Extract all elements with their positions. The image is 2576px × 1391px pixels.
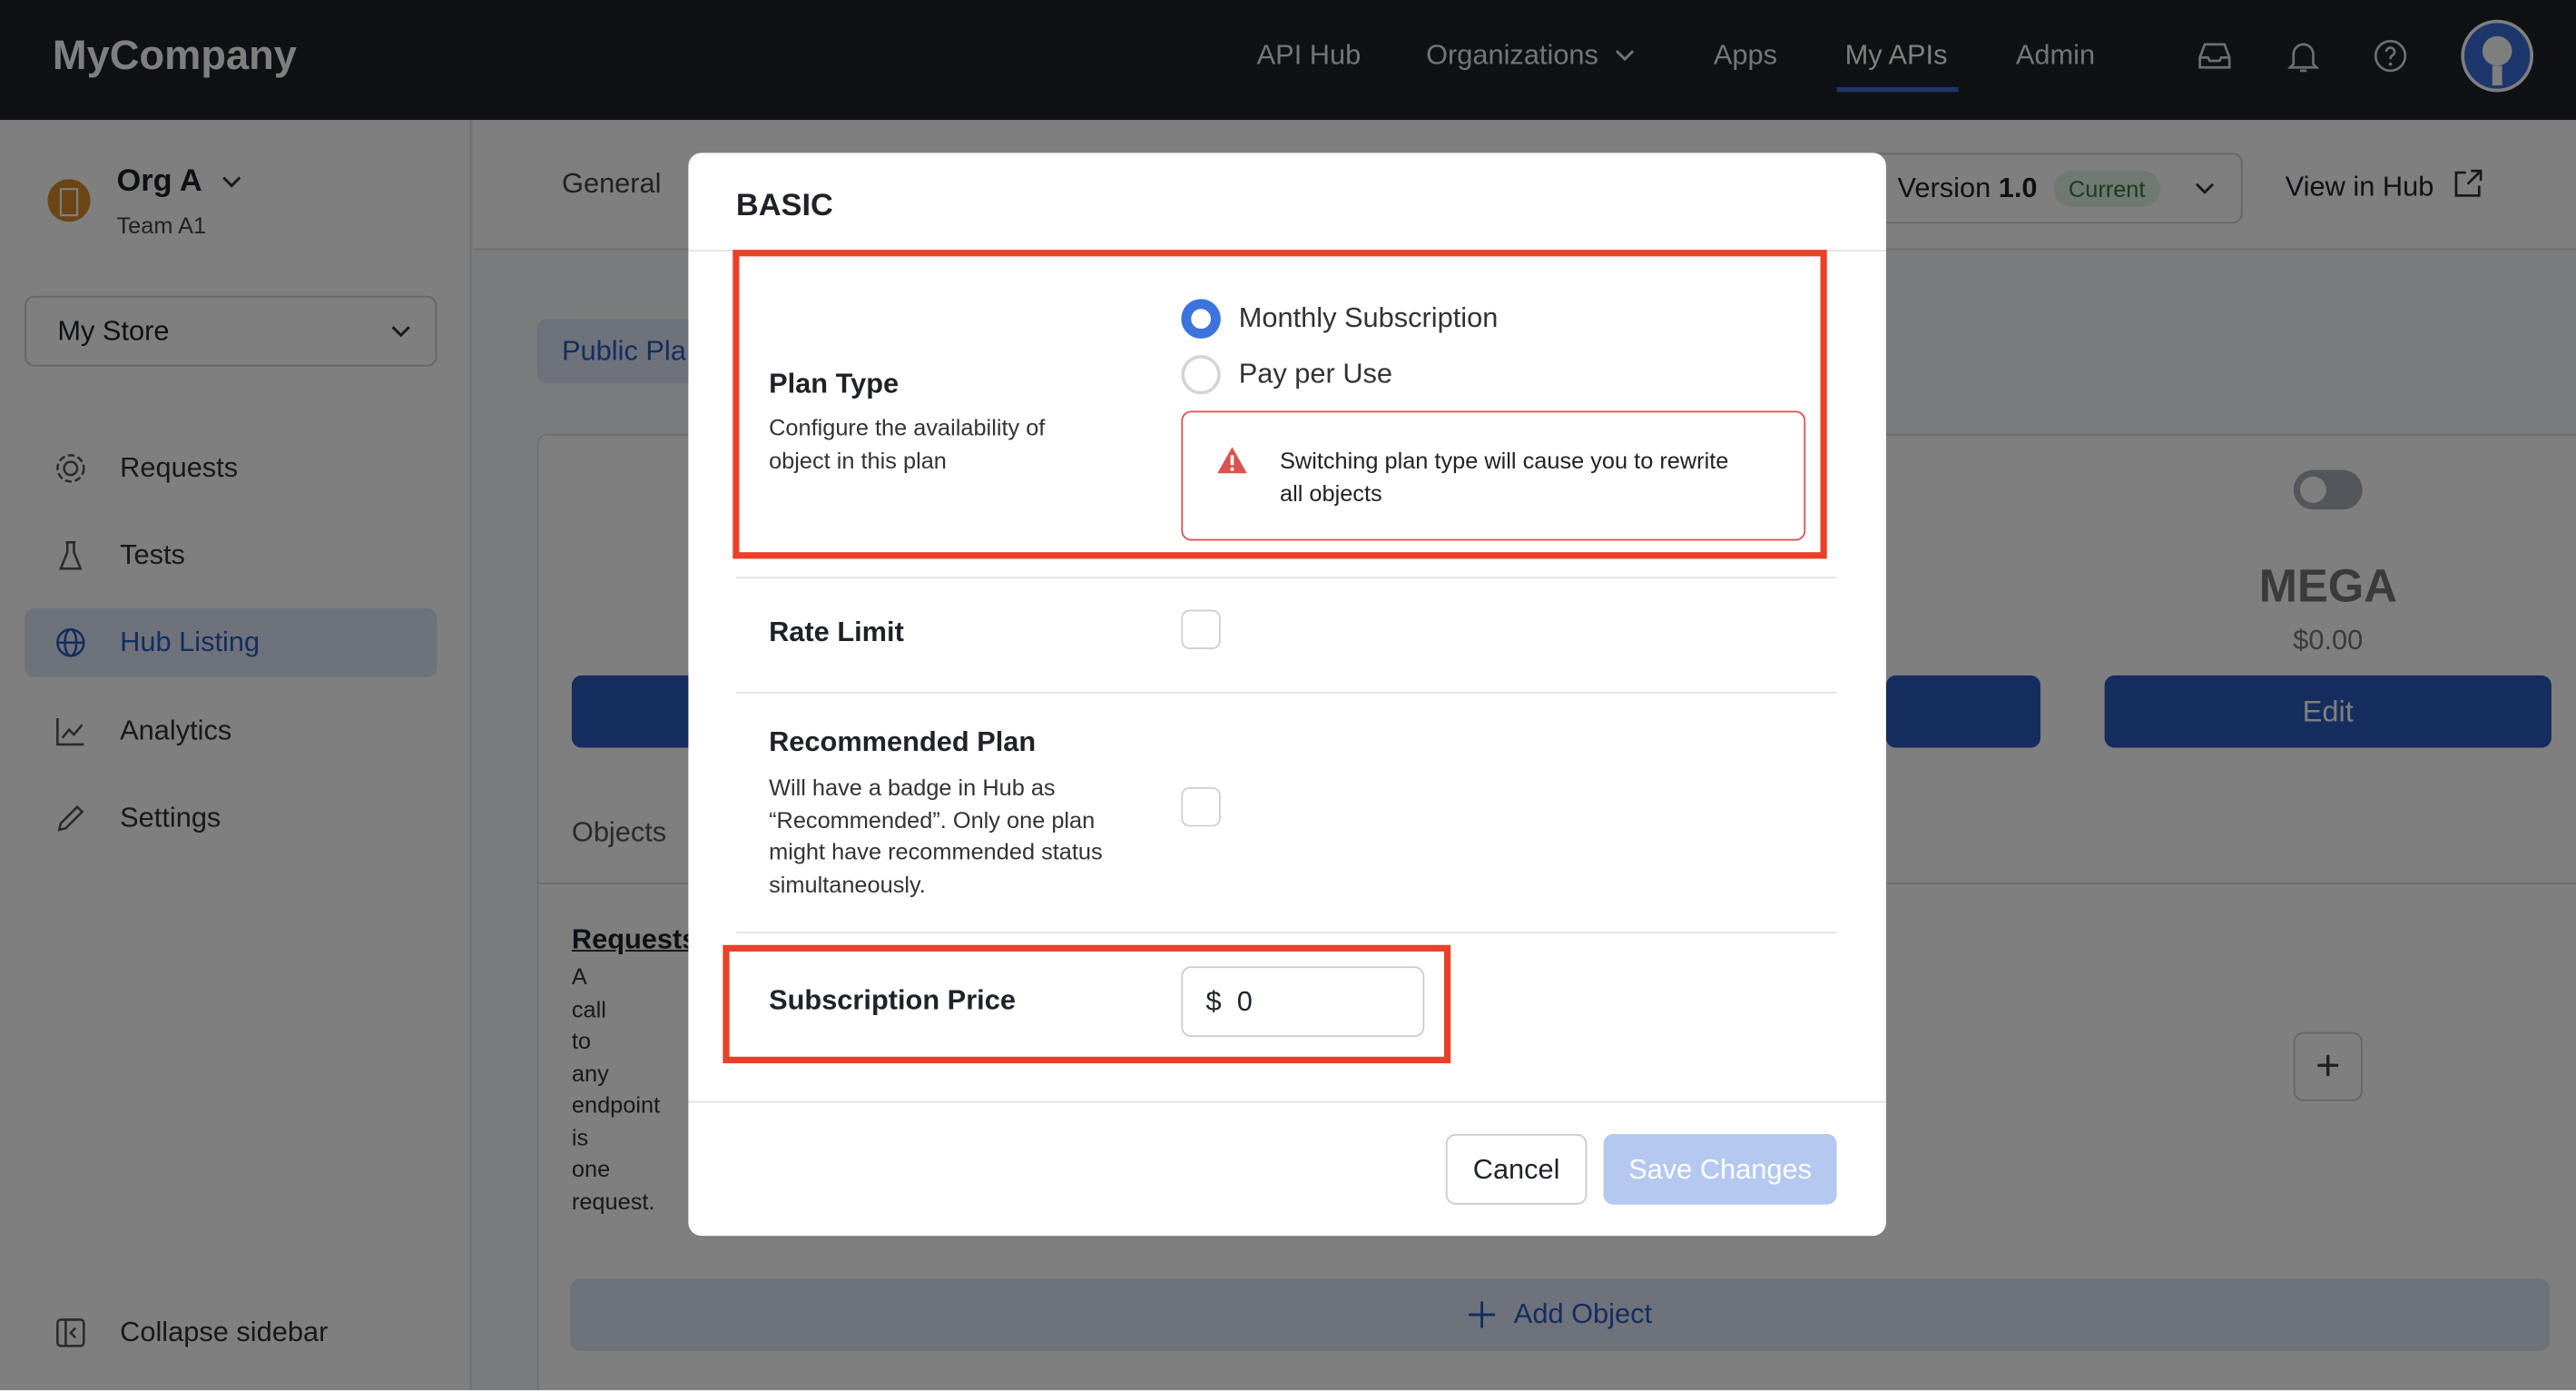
- plan-type-description: Configure the availability of object in …: [769, 414, 1046, 473]
- warning-icon: [1217, 447, 1247, 474]
- radio-monthly-subscription[interactable]: Monthly Subscription: [1181, 299, 1499, 339]
- recommended-plan-description: Will have a badge in Hub as “Recommended…: [769, 774, 1103, 897]
- recommended-plan-checkbox[interactable]: [1181, 786, 1221, 827]
- radio-label: Monthly Subscription: [1238, 302, 1499, 334]
- edit-plan-modal: BASIC Plan Type Configure the availabili…: [688, 153, 1886, 1237]
- radio-pay-per-use[interactable]: Pay per Use: [1181, 354, 1393, 395]
- divider: [735, 577, 1837, 579]
- warning-alert: Switching plan type will cause you to re…: [1181, 410, 1806, 541]
- plan-type-label: Plan Type: [769, 368, 900, 400]
- currency-symbol: $: [1205, 986, 1222, 1018]
- divider: [735, 692, 1837, 694]
- radio-label: Pay per Use: [1238, 358, 1393, 390]
- modal-title: BASIC: [735, 189, 833, 224]
- divider: [735, 932, 1837, 934]
- cancel-button[interactable]: Cancel: [1445, 1133, 1588, 1205]
- price-value: 0: [1236, 986, 1253, 1018]
- recommended-plan-label: Recommended Plan: [769, 726, 1037, 758]
- radio-button[interactable]: [1181, 299, 1221, 339]
- radio-button[interactable]: [1181, 354, 1221, 395]
- rate-limit-checkbox[interactable]: [1181, 609, 1221, 649]
- rate-limit-label: Rate Limit: [769, 616, 904, 648]
- divider: [688, 1100, 1886, 1103]
- save-changes-button[interactable]: Save Changes: [1603, 1133, 1837, 1205]
- subscription-price-label: Subscription Price: [769, 984, 1016, 1016]
- subscription-price-input[interactable]: $ 0: [1181, 966, 1425, 1038]
- warning-text: Switching plan type will cause you to re…: [1279, 447, 1729, 506]
